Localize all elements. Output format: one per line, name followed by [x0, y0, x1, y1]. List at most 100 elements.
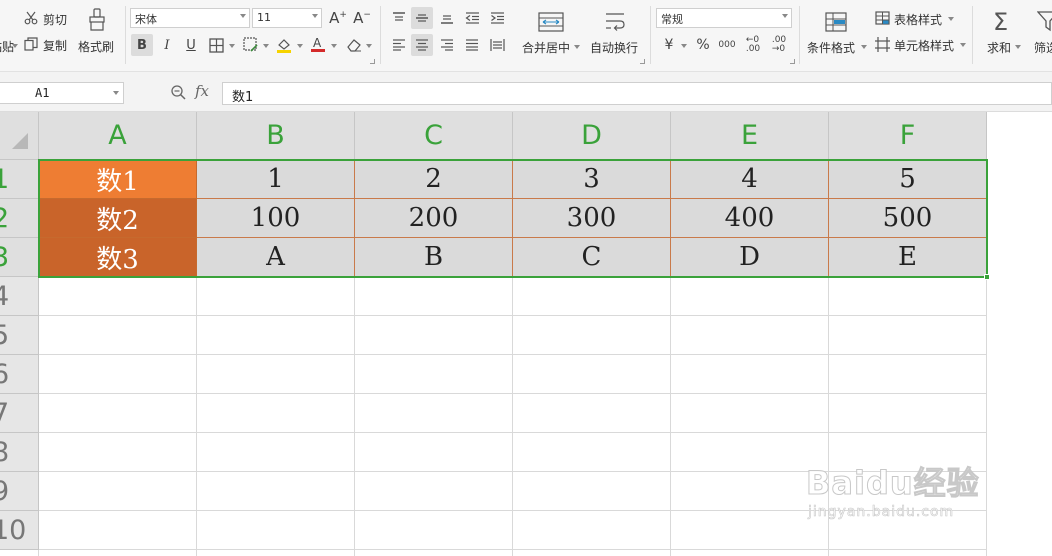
- borders-dropdown-arrow[interactable]: [229, 44, 235, 48]
- clear-format-dropdown-arrow[interactable]: [366, 44, 372, 48]
- cell-d1[interactable]: 3: [513, 160, 671, 199]
- fill-pattern-button[interactable]: [240, 34, 262, 56]
- row-gridline: [39, 549, 987, 550]
- font-dialog-launcher[interactable]: [370, 59, 375, 64]
- fill-handle[interactable]: [984, 274, 990, 280]
- thousands-separator-button[interactable]: 000: [716, 34, 738, 56]
- currency-button[interactable]: ¥: [658, 34, 680, 56]
- cell-a3[interactable]: 数3: [39, 238, 197, 277]
- increase-indent-button[interactable]: [486, 7, 508, 29]
- currency-dropdown-arrow[interactable]: [681, 44, 687, 48]
- italic-button[interactable]: I: [156, 34, 178, 56]
- underline-button[interactable]: U: [180, 34, 202, 56]
- align-top-button[interactable]: [388, 7, 410, 29]
- justify-button[interactable]: [461, 34, 483, 56]
- row-header-4[interactable]: 4: [0, 277, 39, 316]
- row-header-8[interactable]: 8: [0, 433, 39, 472]
- alignment-dialog-launcher[interactable]: [640, 59, 645, 64]
- font-color-button[interactable]: A: [307, 33, 329, 55]
- font-name-select[interactable]: 宋体: [130, 8, 250, 28]
- font-shrink-icon: A−: [353, 9, 371, 27]
- clear-format-button[interactable]: [343, 34, 365, 56]
- formula-input[interactable]: 数1: [222, 82, 1052, 105]
- align-middle-button[interactable]: [411, 7, 433, 29]
- merge-center-button[interactable]: 合并居中: [520, 8, 582, 58]
- font-size-select[interactable]: 11: [252, 8, 322, 28]
- decrease-indent-button[interactable]: [461, 7, 483, 29]
- align-bottom-button[interactable]: [436, 7, 458, 29]
- column-header-d[interactable]: D: [513, 112, 671, 160]
- row-header-9[interactable]: 9: [0, 472, 39, 511]
- decrease-decimal-button[interactable]: .00 →0: [768, 34, 790, 56]
- italic-icon: I: [164, 37, 170, 53]
- fill-color-dropdown-arrow[interactable]: [297, 44, 303, 48]
- format-painter-button[interactable]: 格式刷: [78, 6, 118, 58]
- cell-f1[interactable]: 5: [829, 160, 987, 199]
- font-color-dropdown-arrow[interactable]: [331, 44, 337, 48]
- filter-button[interactable]: 筛选: [1032, 8, 1052, 58]
- cell-c2[interactable]: 200: [355, 199, 513, 238]
- increase-decimal-button[interactable]: ←0.00: [742, 34, 764, 56]
- wrap-text-button[interactable]: 自动换行: [590, 8, 642, 58]
- fill-color-button[interactable]: [273, 34, 295, 56]
- cut-button[interactable]: 剪切: [24, 10, 74, 28]
- row-header-1[interactable]: 1: [0, 160, 39, 199]
- conditional-format-icon: [825, 12, 847, 32]
- sum-button[interactable]: Σ 求和: [985, 8, 1025, 58]
- percent-button[interactable]: %: [692, 34, 714, 56]
- cell-d2[interactable]: 300: [513, 199, 671, 238]
- column-header-e[interactable]: E: [671, 112, 829, 160]
- cell-a1[interactable]: 数1: [39, 160, 197, 199]
- formula-input-value: 数1: [232, 90, 254, 105]
- row-header-7[interactable]: 7: [0, 394, 39, 433]
- fill-pattern-dropdown-arrow[interactable]: [263, 44, 269, 48]
- cell-b3[interactable]: A: [197, 238, 355, 277]
- align-left-button[interactable]: [388, 34, 410, 56]
- align-right-button[interactable]: [436, 34, 458, 56]
- row-header-5[interactable]: 5: [0, 316, 39, 355]
- outdent-icon: [464, 12, 479, 24]
- bold-button[interactable]: B: [131, 34, 153, 56]
- format-painter-label: 格式刷: [78, 40, 115, 54]
- table-style-button[interactable]: 表格样式: [875, 10, 965, 28]
- insert-function-button[interactable]: fx: [195, 82, 209, 100]
- cell-c3[interactable]: B: [355, 238, 513, 277]
- borders-button[interactable]: [205, 34, 227, 56]
- copy-button[interactable]: 复制: [24, 36, 74, 54]
- name-box[interactable]: A1: [0, 82, 124, 104]
- cell-style-button[interactable]: 单元格样式: [875, 36, 967, 54]
- cell-c1[interactable]: 2: [355, 160, 513, 199]
- cell-b2[interactable]: 100: [197, 199, 355, 238]
- row-header-3[interactable]: 3: [0, 238, 39, 277]
- number-format-select[interactable]: 常规: [656, 8, 792, 28]
- watermark-url: jingyan.baidu.com: [808, 504, 955, 521]
- column-header-b[interactable]: B: [197, 112, 355, 160]
- cell-a2[interactable]: 数2: [39, 199, 197, 238]
- cell-b1[interactable]: 1: [197, 160, 355, 199]
- cut-label: 剪切: [43, 13, 68, 27]
- cell-f2[interactable]: 500: [829, 199, 987, 238]
- decrease-font-size-button[interactable]: A−: [351, 7, 373, 29]
- watermark-brand: Baidu经验: [806, 464, 980, 503]
- paste-dropdown-arrow[interactable]: [12, 44, 18, 48]
- cell-e3[interactable]: D: [671, 238, 829, 277]
- select-all-button[interactable]: [0, 112, 39, 160]
- row-header-6[interactable]: 6: [0, 355, 39, 394]
- number-dialog-launcher[interactable]: [790, 59, 795, 64]
- column-header-f[interactable]: F: [829, 112, 987, 160]
- cell-e1[interactable]: 4: [671, 160, 829, 199]
- cell-d3[interactable]: C: [513, 238, 671, 277]
- cell-f3[interactable]: E: [829, 238, 987, 277]
- align-center-button[interactable]: [411, 34, 433, 56]
- row-header-2[interactable]: 2: [0, 199, 39, 238]
- zoom-icon[interactable]: [170, 84, 186, 100]
- column-header-c[interactable]: C: [355, 112, 513, 160]
- cell-style-icon: [875, 37, 890, 52]
- increase-font-size-button[interactable]: A+: [327, 7, 349, 29]
- distributed-align-button[interactable]: [486, 34, 508, 56]
- conditional-format-button[interactable]: 条件格式: [805, 8, 867, 58]
- cell-e2[interactable]: 400: [671, 199, 829, 238]
- row-header-10[interactable]: 10: [0, 511, 39, 550]
- chevron-down-icon: [1015, 45, 1021, 49]
- column-header-a[interactable]: A: [39, 112, 197, 160]
